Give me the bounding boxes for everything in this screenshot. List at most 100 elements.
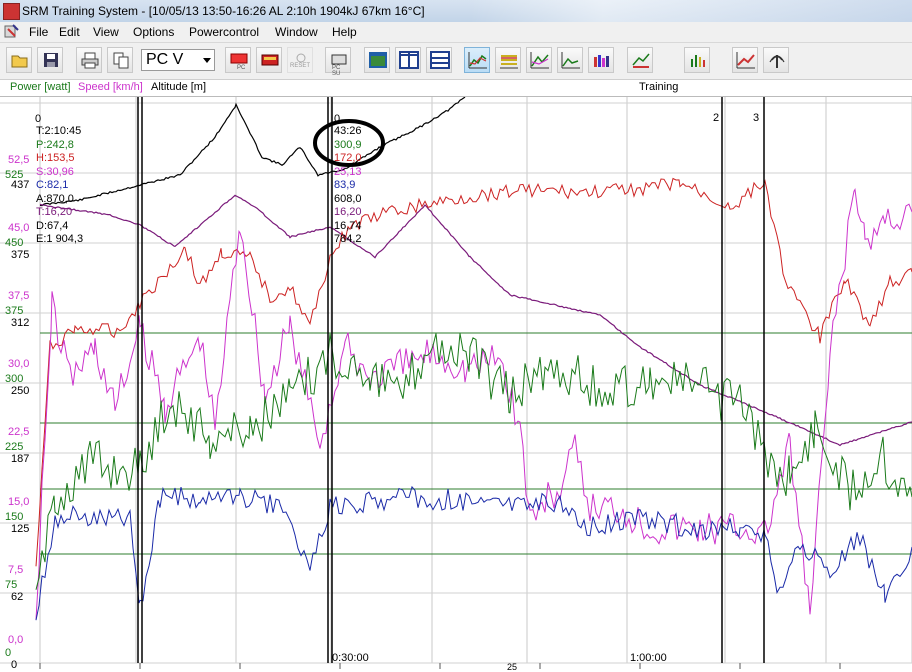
legend-speed[interactable]: Speed [km/h] bbox=[78, 81, 143, 93]
split-rows-icon bbox=[430, 51, 450, 69]
layout-rows-button[interactable] bbox=[426, 47, 452, 73]
stat-value: 172,0 bbox=[334, 152, 362, 164]
stat-value: T:16,20 bbox=[36, 206, 73, 218]
split-columns-icon bbox=[399, 51, 419, 69]
compare-graph-icon bbox=[530, 52, 549, 69]
title-bar: SRM Training System - [10/05/13 13:50-16… bbox=[0, 0, 912, 23]
y-axis-label: 150 bbox=[5, 511, 24, 523]
layout-single-button[interactable] bbox=[364, 47, 390, 73]
y-axis-label: 37,5 bbox=[8, 290, 30, 302]
menu-options[interactable]: Options bbox=[133, 25, 174, 39]
menu-file[interactable]: File bbox=[29, 25, 48, 39]
print-button[interactable] bbox=[76, 47, 102, 73]
menu-window[interactable]: Window bbox=[275, 25, 318, 39]
app-icon bbox=[3, 3, 20, 20]
data-series bbox=[35, 97, 912, 621]
export-button[interactable] bbox=[732, 47, 758, 73]
graph-compare-button[interactable] bbox=[526, 47, 552, 73]
stat-value: 83,9 bbox=[334, 179, 356, 191]
y-axis-label: 30,0 bbox=[8, 358, 30, 370]
line-graph-icon bbox=[468, 52, 487, 69]
y-axis-label: 7,5 bbox=[8, 564, 24, 576]
menu-view[interactable]: View bbox=[93, 25, 119, 39]
y-axis-label: 0,0 bbox=[8, 634, 24, 646]
marker-label-interval: 0 bbox=[334, 113, 341, 125]
folder-open-icon bbox=[11, 55, 28, 68]
menu-edit[interactable]: Edit bbox=[59, 25, 80, 39]
y-axis-label: 75 bbox=[5, 579, 18, 591]
altitude-graph-icon bbox=[561, 52, 580, 69]
menu-help[interactable]: Help bbox=[332, 25, 357, 39]
marker-label-3: 3 bbox=[753, 112, 760, 124]
copy-pages-icon bbox=[113, 52, 129, 69]
device-icon bbox=[261, 54, 279, 66]
time-label-30: 0:30:00 bbox=[332, 652, 369, 664]
bar-graph-icon bbox=[594, 55, 609, 67]
y-axis-label: 22,5 bbox=[8, 426, 30, 438]
profile-select[interactable]: PC V bbox=[141, 49, 215, 71]
save-button[interactable] bbox=[37, 47, 63, 73]
multi-graph-icon bbox=[500, 55, 518, 69]
time-label-60: 1:00:00 bbox=[630, 652, 667, 664]
open-button[interactable] bbox=[6, 47, 32, 73]
ride-plot[interactable] bbox=[0, 97, 912, 669]
stat-value: T:2:10:45 bbox=[36, 125, 82, 137]
y-axis-label: 437 bbox=[11, 179, 30, 191]
chart-area[interactable]: 52,5 525 437 45,0 450 375 37,5 375 312 30,0 300 250… bbox=[0, 97, 912, 672]
summary-graph-icon bbox=[632, 53, 650, 68]
copy-button[interactable] bbox=[107, 47, 133, 73]
stat-value: 43:26 bbox=[334, 125, 362, 137]
stat-value: 25,13 bbox=[334, 165, 362, 178]
stat-value: A:870,0 bbox=[36, 192, 74, 205]
stat-value: C:82,1 bbox=[36, 179, 69, 191]
interval-markers[interactable] bbox=[137, 97, 765, 663]
stat-value: D:67,4 bbox=[36, 219, 69, 232]
export-chart-icon bbox=[736, 52, 755, 69]
y-axis-label: 312 bbox=[11, 317, 30, 329]
graph-summary-button[interactable] bbox=[627, 47, 653, 73]
reset-button-label: RESET bbox=[290, 63, 311, 69]
stat-value: 16,20 bbox=[334, 206, 362, 218]
graph-multi-button[interactable] bbox=[495, 47, 521, 73]
y-axis-label: 0 bbox=[11, 659, 18, 671]
y-axis-label: 450 bbox=[5, 237, 24, 249]
device-button[interactable] bbox=[256, 47, 282, 73]
profile-select-value: PC V bbox=[146, 51, 184, 68]
pcsu-button-label: PC SU bbox=[332, 65, 341, 77]
y-axis-label: 15,0 bbox=[8, 496, 30, 508]
toolbar: PC V PC RESET PC SU bbox=[0, 43, 912, 80]
y-axis-label: 187 bbox=[11, 453, 30, 465]
layout-split-button[interactable] bbox=[395, 47, 421, 73]
stat-value: E:1 904,3 bbox=[36, 233, 84, 245]
stat-value: 608,0 bbox=[334, 192, 362, 205]
graph-altitude-button[interactable] bbox=[557, 47, 583, 73]
marker-label-start: 0 bbox=[35, 113, 42, 125]
altitude-line bbox=[39, 97, 466, 207]
y-axis-label: 62 bbox=[11, 591, 24, 603]
y-axis-label: 225 bbox=[5, 441, 24, 453]
y-axis-label: 52,5 bbox=[8, 154, 30, 166]
graph-bars-button[interactable] bbox=[588, 47, 614, 73]
histogram-button[interactable] bbox=[684, 47, 710, 73]
y-axis-label: 375 bbox=[11, 249, 30, 261]
graph-view-button[interactable] bbox=[464, 47, 490, 73]
document-menu-icon[interactable] bbox=[4, 24, 20, 39]
antenna-icon bbox=[769, 55, 785, 68]
upload-button[interactable] bbox=[763, 47, 789, 73]
pcsu-button[interactable]: PC SU bbox=[325, 47, 351, 77]
y-axis-label: 0 bbox=[5, 647, 12, 659]
histogram-icon bbox=[691, 55, 705, 67]
stat-value: S:30,96 bbox=[36, 165, 74, 178]
y-axis-label: 250 bbox=[11, 385, 30, 397]
power-line bbox=[35, 333, 912, 590]
y-axis-label: 125 bbox=[11, 523, 30, 535]
time-label-25: 25 bbox=[507, 662, 518, 672]
legend-altitude[interactable]: Altitude [m] bbox=[151, 81, 206, 93]
pc-button[interactable]: PC bbox=[225, 47, 251, 73]
menu-powercontrol[interactable]: Powercontrol bbox=[189, 25, 259, 39]
legend-power[interactable]: Power [watt] bbox=[10, 81, 71, 93]
reset-button[interactable]: RESET bbox=[287, 47, 313, 73]
stat-value: 16,74 bbox=[334, 219, 362, 232]
y-axis-label: 375 bbox=[5, 305, 24, 317]
legend-row: Power [watt] Speed [km/h] Altitude [m] T… bbox=[0, 80, 912, 97]
